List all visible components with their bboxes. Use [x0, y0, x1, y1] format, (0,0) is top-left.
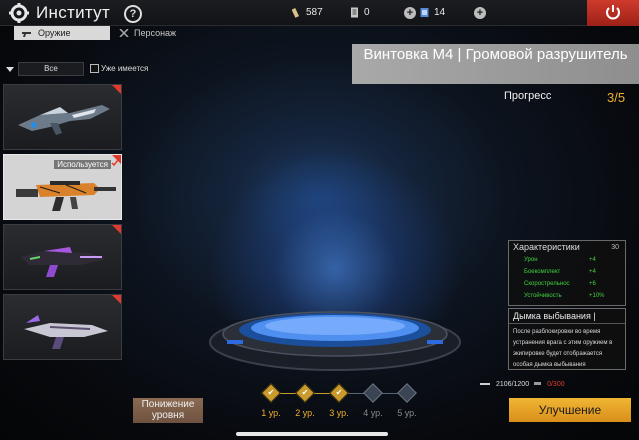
power-icon [606, 5, 620, 20]
add-resource-icon[interactable]: + [474, 7, 486, 19]
stat-label: Боекомплект [524, 269, 561, 275]
resource-crates-value: 14 [434, 7, 446, 18]
tab-weapons-label: Оружие [38, 28, 71, 38]
weapon-card-m4-thunder[interactable]: Используется [3, 154, 122, 220]
stats-title: Характеристики [513, 242, 580, 252]
resource-cards-value: 0 [364, 7, 370, 18]
help-icon[interactable]: ? [124, 5, 142, 23]
tab-weapons[interactable]: Оружие [14, 26, 110, 40]
weapon-part-icon [480, 383, 490, 385]
stat-value: +4 [589, 269, 596, 275]
stat-label: Урон [524, 257, 538, 263]
resource-parts: 587 [292, 7, 323, 18]
add-crates-icon[interactable]: + [404, 7, 416, 19]
part-icon [534, 382, 542, 385]
level-2[interactable]: ✔ 2 ур. [292, 383, 318, 418]
check-icon: ✔ [267, 388, 275, 397]
progress-label: Прогресс [504, 90, 552, 102]
stat-row: Устойчивость +10% [509, 290, 625, 302]
weapon-title: Винтовка M4 | Громовой разрушитель [352, 44, 639, 84]
check-icon: ✔ [301, 388, 309, 397]
card-icon [351, 7, 358, 18]
in-use-check-icon [111, 159, 119, 167]
check-icon: ✔ [335, 388, 343, 397]
rifle-icon [22, 32, 31, 37]
weapon-list[interactable]: Используется [3, 84, 122, 364]
parts-have: 2106/1200 [496, 380, 530, 388]
tab-character-label: Персонаж [134, 28, 177, 38]
resource-parts-value: 587 [306, 7, 323, 18]
level-label: 4 ур. [363, 408, 383, 418]
level-label: 2 ур. [295, 408, 315, 418]
top-bar: Институт ? 587 0 + 14 + [0, 0, 639, 26]
filter-select[interactable]: Все [18, 62, 84, 76]
stat-value: +4 [589, 257, 596, 263]
tab-character[interactable]: Персонаж [110, 26, 220, 40]
stats-count: 30 [611, 244, 619, 251]
owned-label: Уже имеется [101, 64, 149, 73]
level-locked-icon [397, 383, 417, 403]
weapon-card-purple[interactable] [3, 224, 122, 290]
stats-header: Характеристики 30 [509, 241, 625, 254]
new-indicator [112, 85, 121, 94]
institute-gear-icon [9, 3, 29, 23]
level-label: 3 ур. [329, 408, 349, 418]
level-3[interactable]: ✔ 3 ур. [326, 383, 352, 418]
parts-need: 0/300 [547, 380, 565, 388]
stat-value: +10% [589, 293, 605, 299]
downgrade-button[interactable]: Понижение уровня [133, 398, 203, 423]
purple-smg-image [20, 247, 106, 277]
weapon-card-shark[interactable] [3, 84, 122, 150]
part-icon [292, 7, 300, 18]
display-pedestal [209, 311, 461, 371]
level-label: 5 ур. [397, 408, 417, 418]
ability-description: После разблокировки во время устранения … [513, 329, 613, 368]
page-title: Институт [36, 3, 111, 22]
new-indicator [112, 225, 121, 234]
stat-row: Скорострельнос +6 [509, 278, 625, 290]
exit-button[interactable] [587, 0, 639, 26]
new-indicator [112, 295, 121, 304]
upgrade-button[interactable]: Улучшение [509, 398, 631, 422]
category-tabs: Оружие Персонаж [14, 26, 220, 40]
stat-row: Боекомплект +4 [509, 266, 625, 278]
level-4[interactable]: 4 ур. [360, 383, 386, 418]
progress-value: 3/5 [607, 90, 626, 105]
violet-rifle-image [24, 315, 108, 349]
stat-label: Устойчивость [524, 293, 562, 299]
shark-rifle-image [18, 105, 110, 135]
filter-collapse-icon[interactable] [5, 65, 15, 73]
level-5[interactable]: 5 ур. [394, 383, 420, 418]
level-1[interactable]: ✔ 1 ур. [258, 383, 284, 418]
home-indicator [236, 432, 388, 436]
level-locked-icon [363, 383, 383, 403]
resource-cards: 0 [350, 7, 370, 18]
stats-panel: Характеристики 30 Урон +4 Боекомплект +4 С… [508, 240, 626, 306]
level-label: 1 ур. [261, 408, 281, 418]
stat-label: Скорострельнос [524, 281, 570, 287]
weapon-card-violet[interactable] [3, 294, 122, 360]
stat-value: +6 [589, 281, 596, 287]
stat-row: Урон +4 [509, 254, 625, 266]
character-icon [119, 29, 129, 37]
m4-thunder-image [16, 181, 116, 211]
owned-checkbox[interactable] [90, 64, 99, 73]
upgrade-cost: 2106/1200 0/300 [480, 380, 565, 388]
crate-icon [420, 8, 429, 17]
ability-title: Дымка выбывания | [509, 309, 625, 324]
ability-panel[interactable]: Дымка выбывания | После разблокировки во… [508, 308, 626, 370]
resource-crates: 14 [420, 7, 445, 18]
